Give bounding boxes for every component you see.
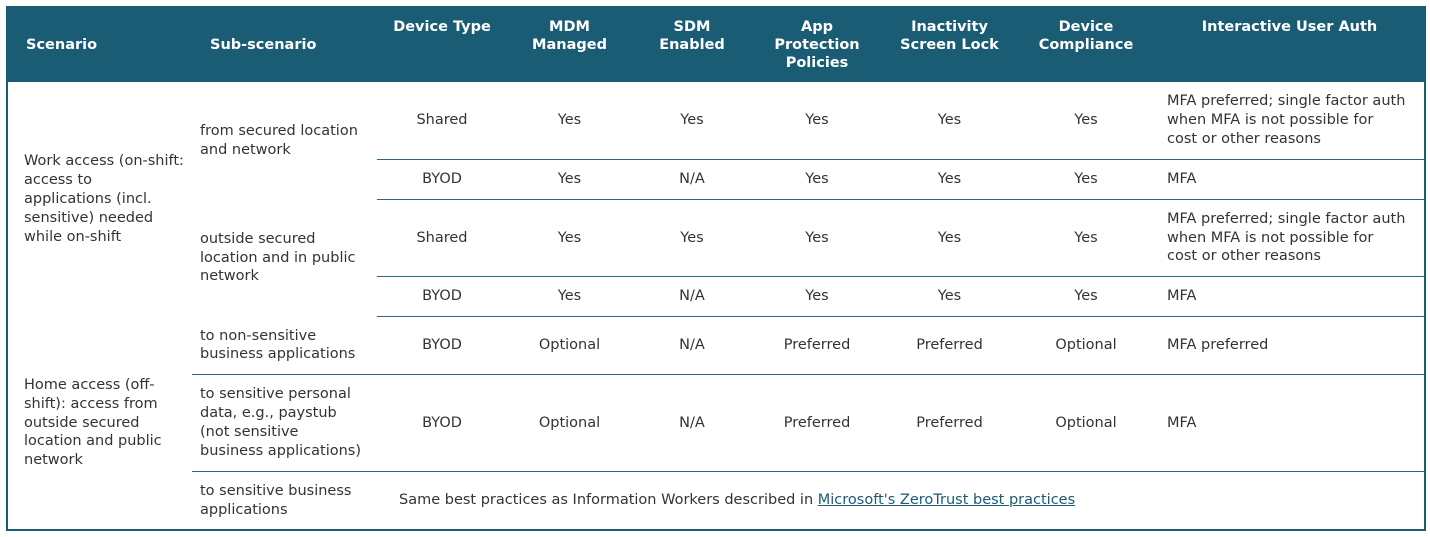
sub-sensbiz: to sensitive business applications: [192, 471, 377, 530]
cell-dtype: BYOD: [377, 277, 507, 317]
cell-mdm: Yes: [507, 277, 632, 317]
cell-sdm: N/A: [632, 317, 752, 375]
col-sdm: SDM Enabled: [632, 7, 752, 82]
cell-app: Yes: [752, 199, 882, 277]
cell-dc: Yes: [1017, 277, 1155, 317]
sub-secured: from secured location and network: [192, 82, 377, 199]
col-inact: Inactivity Screen Lock: [882, 7, 1017, 82]
col-sub: Sub-scenario: [192, 7, 377, 82]
cell-app: Preferred: [752, 317, 882, 375]
cell-sdm: Yes: [632, 199, 752, 277]
cell-dtype: Shared: [377, 82, 507, 159]
cell-dtype: BYOD: [377, 317, 507, 375]
cell-app: Yes: [752, 159, 882, 199]
cell-app: Preferred: [752, 375, 882, 471]
cell-auth: MFA: [1155, 159, 1425, 199]
cell-mdm: Yes: [507, 82, 632, 159]
cell-app: Yes: [752, 82, 882, 159]
col-scenario: Scenario: [7, 7, 192, 82]
cell-mdm: Yes: [507, 159, 632, 199]
cell-app: Yes: [752, 277, 882, 317]
cell-dc: Yes: [1017, 199, 1155, 277]
cell-mdm: Optional: [507, 375, 632, 471]
col-mdm: MDM Managed: [507, 7, 632, 82]
cell-dtype: Shared: [377, 199, 507, 277]
cell-auth: MFA preferred: [1155, 317, 1425, 375]
sub-outside: outside secured location and in public n…: [192, 199, 377, 316]
col-dtype: Device Type: [377, 7, 507, 82]
col-app: App Protection Policies: [752, 7, 882, 82]
matrix-table: Scenario Sub-scenario Device Type MDM Ma…: [6, 6, 1426, 531]
cell-sdm: Yes: [632, 82, 752, 159]
cell-inact: Preferred: [882, 375, 1017, 471]
cell-dc: Yes: [1017, 82, 1155, 159]
sub-senspers: to sensitive personal data, e.g., paystu…: [192, 375, 377, 471]
cell-mdm: Yes: [507, 199, 632, 277]
col-auth: Interactive User Auth: [1155, 7, 1425, 82]
scenario-home: Home access (off-shift): access from out…: [7, 317, 192, 531]
cell-inact: Yes: [882, 82, 1017, 159]
sub-nonsens: to non-sensitive business applications: [192, 317, 377, 375]
cell-inact: Yes: [882, 199, 1017, 277]
table-row: Home access (off-shift): access from out…: [7, 317, 1425, 375]
cell-dc: Optional: [1017, 375, 1155, 471]
table-row: Work access (on-shift: access to applica…: [7, 82, 1425, 159]
cell-sdm: N/A: [632, 159, 752, 199]
cell-inact: Yes: [882, 159, 1017, 199]
table-row: to sensitive personal data, e.g., paystu…: [7, 375, 1425, 471]
cell-sdm: N/A: [632, 375, 752, 471]
cell-inact: Preferred: [882, 317, 1017, 375]
note-prefix: Same best practices as Information Worke…: [399, 492, 818, 508]
cell-auth: MFA preferred; single factor auth when M…: [1155, 82, 1425, 159]
cell-dtype: BYOD: [377, 159, 507, 199]
cell-dc: Yes: [1017, 159, 1155, 199]
cell-inact: Yes: [882, 277, 1017, 317]
cell-dtype: BYOD: [377, 375, 507, 471]
cell-auth: MFA: [1155, 375, 1425, 471]
cell-dc: Optional: [1017, 317, 1155, 375]
col-dc: Device Compliance: [1017, 7, 1155, 82]
table-row: to sensitive business applications Same …: [7, 471, 1425, 530]
cell-auth: MFA preferred; single factor auth when M…: [1155, 199, 1425, 277]
scenario-work: Work access (on-shift: access to applica…: [7, 82, 192, 316]
cell-auth: MFA: [1155, 277, 1425, 317]
cell-sdm: N/A: [632, 277, 752, 317]
table-header: Scenario Sub-scenario Device Type MDM Ma…: [7, 7, 1425, 82]
zero-trust-link[interactable]: Microsoft's ZeroTrust best practices: [818, 492, 1075, 508]
cell-mdm: Optional: [507, 317, 632, 375]
note-cell: Same best practices as Information Worke…: [377, 471, 1425, 530]
table-row: outside secured location and in public n…: [7, 199, 1425, 277]
